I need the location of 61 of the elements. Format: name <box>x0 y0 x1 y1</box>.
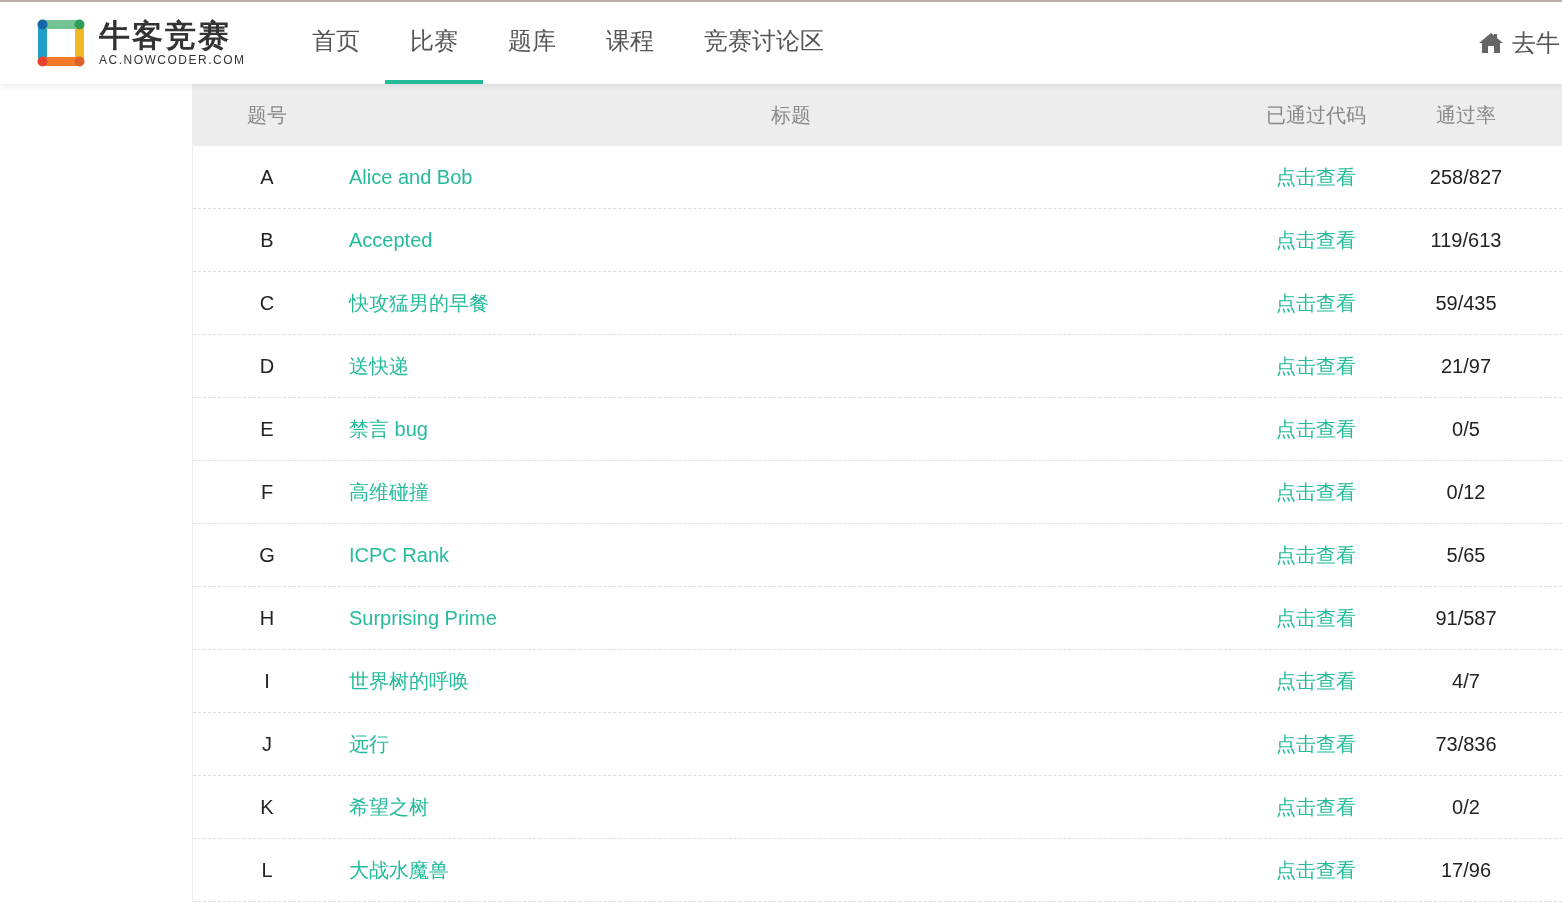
pass-rate: 21/97 <box>1440 354 1492 378</box>
problem-title-link[interactable]: Alice and Bob <box>349 165 473 189</box>
problem-title-link[interactable]: 禁言 bug <box>349 415 428 443</box>
column-header: 标题 <box>771 102 811 128</box>
home-icon <box>1478 32 1504 54</box>
problem-title-link[interactable]: 快攻猛男的早餐 <box>349 289 489 317</box>
home-link[interactable]: 去牛 <box>1478 27 1562 59</box>
view-code-link[interactable]: 点击查看 <box>1276 478 1356 506</box>
pass-rate: 5/65 <box>1446 543 1486 567</box>
problem-id: L <box>261 858 273 882</box>
problem-title-link[interactable]: Surprising Prime <box>349 606 497 630</box>
pass-rate: 119/613 <box>1430 228 1502 252</box>
column-header: 通过率 <box>1436 102 1496 128</box>
nav-tab[interactable]: 竞赛讨论区 <box>678 2 849 84</box>
problem-title-link[interactable]: 世界树的呼唤 <box>349 667 469 695</box>
nav-tab[interactable]: 课程 <box>580 2 679 84</box>
problem-id: G <box>259 543 275 567</box>
problem-id: E <box>260 417 274 441</box>
pass-rate: 59/435 <box>1435 291 1497 315</box>
view-code-link[interactable]: 点击查看 <box>1276 352 1356 380</box>
problem-title-link[interactable]: 远行 <box>349 730 389 758</box>
view-code-link[interactable]: 点击查看 <box>1276 415 1356 443</box>
problem-id: K <box>260 795 274 819</box>
pass-rate: 0/12 <box>1446 480 1486 504</box>
problem-id: H <box>259 606 275 630</box>
view-code-link[interactable]: 点击查看 <box>1276 541 1356 569</box>
problem-id: B <box>260 228 274 252</box>
view-code-link[interactable]: 点击查看 <box>1276 289 1356 317</box>
problem-title-link[interactable]: Accepted <box>349 228 433 252</box>
view-code-link[interactable]: 点击查看 <box>1276 793 1356 821</box>
column-header: 已通过代码 <box>1266 102 1366 128</box>
pass-rate: 0/5 <box>1452 417 1480 441</box>
pass-rate: 73/836 <box>1435 732 1497 756</box>
nav-tab[interactable]: 首页 <box>286 2 385 84</box>
view-code-link[interactable]: 点击查看 <box>1276 226 1356 254</box>
problem-title-link[interactable]: ICPC Rank <box>349 543 450 567</box>
pass-rate: 91/587 <box>1435 606 1497 630</box>
problem-id: J <box>262 732 272 756</box>
pass-rate: 17/96 <box>1440 858 1492 882</box>
view-code-link[interactable]: 点击查看 <box>1276 163 1356 191</box>
problem-id: I <box>264 669 270 693</box>
nav-tab[interactable]: 题库 <box>482 2 581 84</box>
pass-rate: 0/2 <box>1452 795 1480 819</box>
problem-id: A <box>260 165 274 189</box>
problem-title-link[interactable]: 大战水魔兽 <box>349 856 449 884</box>
view-code-link[interactable]: 点击查看 <box>1276 856 1356 884</box>
logo-title: 牛客竞赛 <box>99 19 232 53</box>
problem-title-link[interactable]: 高维碰撞 <box>349 478 429 506</box>
problem-title-link[interactable]: 希望之树 <box>349 793 429 821</box>
logo-subtitle: AC.NOWCODER.COM <box>99 53 246 67</box>
problem-id: D <box>259 354 275 378</box>
logo-icon[interactable] <box>36 18 86 68</box>
column-header: 题号 <box>247 102 287 128</box>
view-code-link[interactable]: 点击查看 <box>1276 667 1356 695</box>
pass-rate: 4/7 <box>1452 669 1480 693</box>
pass-rate: 258/827 <box>1429 165 1503 189</box>
view-code-link[interactable]: 点击查看 <box>1276 730 1356 758</box>
problem-id: F <box>260 480 274 504</box>
problem-title-link[interactable]: 送快递 <box>349 352 409 380</box>
problem-id: C <box>259 291 275 315</box>
view-code-link[interactable]: 点击查看 <box>1276 604 1356 632</box>
